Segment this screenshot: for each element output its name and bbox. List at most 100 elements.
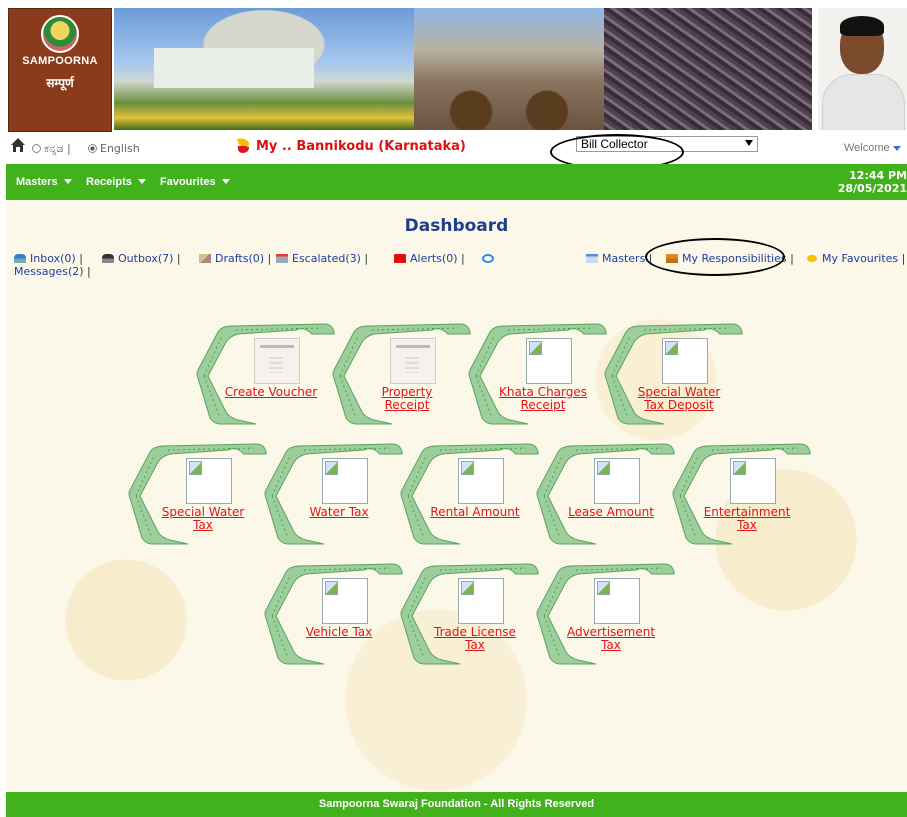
masters-icon (586, 254, 598, 263)
menu-masters-label: Masters (16, 176, 58, 188)
tile-label-line1: Rental Amount (430, 505, 520, 519)
toolbar-masters[interactable]: Masters | (586, 252, 653, 265)
toolbar-my-favourites[interactable]: My Favourites | (806, 252, 905, 265)
tile-label-line2: Tax (465, 638, 485, 652)
welcome-menu[interactable]: Welcome (844, 142, 901, 154)
tile-link-label[interactable]: Trade License Tax (420, 626, 530, 652)
broken-image-icon[interactable] (458, 578, 504, 624)
tile-khata-charges-receipt[interactable]: Khata Charges Receipt (468, 320, 608, 430)
toolbar-inbox[interactable]: Inbox(0) | (14, 252, 83, 265)
star-icon (806, 254, 818, 263)
radio-icon[interactable] (32, 144, 41, 153)
menu-favourites-label: Favourites (160, 176, 216, 188)
tile-label-line2: Receipt (384, 398, 430, 412)
radio-selected-icon[interactable] (88, 144, 97, 153)
messages-label: Messages(2) (14, 265, 84, 278)
tile-link-label[interactable]: Khata Charges Receipt (488, 386, 598, 412)
broken-image-icon[interactable] (594, 458, 640, 504)
broken-image-icon[interactable] (322, 578, 368, 624)
clock-date: 28/05/2021 (837, 182, 907, 195)
toolbar-outbox[interactable]: Outbox(7) | (102, 252, 181, 265)
toolbar-messages[interactable]: Messages(2) | (14, 265, 91, 278)
dashboard-content: Dashboard Inbox(0) | Outbox(7) | Drafts(… (6, 200, 907, 792)
tile-trade-license-tax[interactable]: Trade License Tax (400, 560, 540, 670)
favourites-label: My Favourites (822, 252, 899, 265)
tile-property-receipt[interactable]: Property Receipt (332, 320, 472, 430)
broken-image-icon[interactable] (526, 338, 572, 384)
tile-link-label[interactable]: Property Receipt (352, 386, 462, 412)
tile-link-label[interactable]: Water Tax (284, 506, 394, 519)
footer-text: Sampoorna Swaraj Foundation - All Rights… (318, 798, 595, 810)
lang-english-label: English (100, 142, 140, 155)
broken-image-icon[interactable] (594, 578, 640, 624)
drafts-icon (199, 254, 211, 263)
tile-water-tax[interactable]: Water Tax (264, 440, 404, 550)
header-banner: SAMPOORNA सम्पूर्ण (6, 6, 907, 132)
tile-label-line1: Lease Amount (568, 505, 654, 519)
tile-special-water-tax[interactable]: Special Water Tax (128, 440, 268, 550)
annotation-ellipse-responsibilities (645, 238, 785, 276)
tile-create-voucher[interactable]: Create Voucher (196, 320, 336, 430)
chevron-down-icon (137, 179, 146, 184)
footer: Sampoorna Swaraj Foundation - All Rights… (6, 792, 907, 817)
tile-link-label[interactable]: Special Water Tax Deposit (624, 386, 734, 412)
menu-masters[interactable]: Masters (16, 176, 72, 188)
tile-link-label[interactable]: Advertisement Tax (556, 626, 666, 652)
tile-label-line2: Tax Deposit (644, 398, 714, 412)
tile-link-label[interactable]: Lease Amount (556, 506, 666, 519)
banner-photo-sculpture (604, 8, 812, 130)
tile-special-water-tax-deposit[interactable]: Special Water Tax Deposit (604, 320, 744, 430)
sampoorna-logo: SAMPOORNA सम्पूर्ण (8, 8, 112, 132)
language-kannada-option[interactable]: ಕನ್ನಡ | (32, 142, 71, 156)
tile-link-label[interactable]: Special Water Tax (148, 506, 258, 532)
toolbar-alerts[interactable]: Alerts(0) | (394, 252, 465, 265)
lang-kannada-label: ಕನ್ನಡ (44, 142, 64, 155)
outbox-icon (102, 254, 114, 263)
escalated-icon (276, 254, 288, 263)
toolbar-drafts[interactable]: Drafts(0) | (199, 252, 271, 265)
page-title: Dashboard (404, 216, 509, 236)
tile-link-label[interactable]: Entertainment Tax (692, 506, 802, 532)
broken-image-icon[interactable] (322, 458, 368, 504)
karnataka-flag-icon (237, 138, 250, 153)
tile-label-line1: Create Voucher (224, 385, 318, 399)
dropdown-arrow-icon[interactable] (745, 140, 753, 146)
home-icon[interactable] (10, 137, 26, 153)
tile-vehicle-tax[interactable]: Vehicle Tax (264, 560, 404, 670)
tile-label-line2: Tax (193, 518, 213, 532)
broken-image-icon[interactable] (662, 338, 708, 384)
toolbar-messages-icon[interactable] (482, 252, 498, 265)
alerts-label: Alerts(0) (410, 252, 458, 265)
main-menu-bar: Masters Receipts Favourites 12:44 PM 28/… (6, 164, 907, 200)
tile-link-label[interactable]: Vehicle Tax (284, 626, 394, 639)
welcome-label: Welcome (844, 142, 890, 154)
broken-image-icon[interactable] (186, 458, 232, 504)
clock-time: 12:44 PM (849, 169, 907, 182)
broken-image-icon[interactable] (458, 458, 504, 504)
menu-favourites[interactable]: Favourites (160, 176, 230, 188)
menu-receipts-label: Receipts (86, 176, 132, 188)
escalated-label: Escalated(3) (292, 252, 361, 265)
broken-image-icon[interactable] (730, 458, 776, 504)
drafts-label: Drafts(0) (215, 252, 265, 265)
tile-link-label[interactable]: Create Voucher (216, 386, 326, 399)
tile-document-image[interactable] (254, 338, 300, 384)
menu-receipts[interactable]: Receipts (86, 176, 146, 188)
tile-document-image[interactable] (390, 338, 436, 384)
outbox-label: Outbox(7) (118, 252, 174, 265)
masters-label: Masters (602, 252, 646, 265)
toolbar-escalated[interactable]: Escalated(3) | (276, 252, 368, 265)
caret-down-icon[interactable] (892, 146, 901, 151)
tile-lease-amount[interactable]: Lease Amount (536, 440, 676, 550)
tile-link-label[interactable]: Rental Amount (420, 506, 530, 519)
app-window: SAMPOORNA सम्पूर्ण ಕನ್ನಡ | English My ..… (6, 6, 907, 817)
language-english-option[interactable]: English (88, 142, 140, 155)
tile-rental-amount[interactable]: Rental Amount (400, 440, 540, 550)
banner-photo-stone-chariot (414, 8, 604, 130)
logo-hindi: सम्पूर्ण (46, 76, 74, 90)
tile-label-line2: Tax (601, 638, 621, 652)
alerts-icon (394, 254, 406, 263)
tile-advertisement-tax[interactable]: Advertisement Tax (536, 560, 676, 670)
logo-subtext (9, 67, 111, 72)
tile-entertainment-tax[interactable]: Entertainment Tax (672, 440, 812, 550)
